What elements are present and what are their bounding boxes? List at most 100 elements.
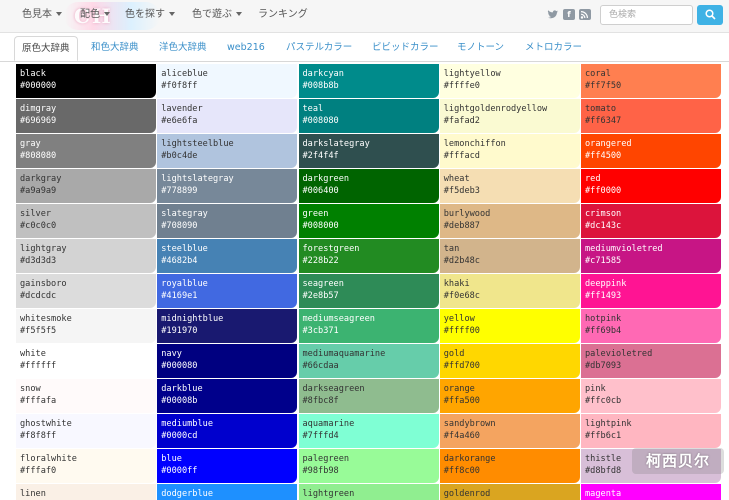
color-swatch[interactable]: slategray #708090 (157, 204, 298, 238)
color-swatch[interactable]: palegreen #98fb98 (298, 449, 439, 483)
color-swatch[interactable]: lightslategray #778899 (157, 169, 298, 203)
color-swatch[interactable]: darkgray #a9a9a9 (16, 169, 156, 203)
color-swatch[interactable]: aliceblue #f0f8ff (157, 64, 298, 98)
color-hex: #4169e1 (161, 291, 198, 301)
color-swatch[interactable]: coral #ff7f50 (581, 64, 721, 98)
color-swatch[interactable]: mediumseagreen #3cb371 (298, 309, 439, 343)
color-swatch[interactable]: darkseagreen #8fbc8f (298, 379, 439, 413)
color-swatch[interactable]: gray #808080 (16, 134, 156, 168)
color-swatch[interactable]: goldenrod#daa520 (439, 484, 580, 500)
tab-japanese-colors[interactable]: 和色大辞典 (84, 36, 146, 61)
color-swatch[interactable]: lavender #e6e6fa (157, 99, 298, 133)
color-hex: #7fffd4 (302, 431, 339, 441)
color-swatch[interactable]: lightgray #d3d3d3 (16, 239, 156, 273)
color-swatch[interactable]: silver #c0c0c0 (16, 204, 156, 238)
color-swatch[interactable]: floralwhite #fffaf0 (16, 449, 156, 483)
color-swatch[interactable]: darkblue #00008b (157, 379, 298, 413)
color-swatch[interactable]: whitesmoke #f5f5f5 (16, 309, 156, 343)
rss-icon[interactable] (579, 9, 591, 20)
color-swatch[interactable]: aquamarine #7fffd4 (298, 414, 439, 448)
search-button[interactable] (697, 5, 723, 25)
color-swatch[interactable]: tomato #ff6347 (581, 99, 721, 133)
color-swatch[interactable]: lemonchiffon #fffacd (439, 134, 580, 168)
color-swatch[interactable]: green #008000 (298, 204, 439, 238)
color-swatch[interactable]: white #ffffff (16, 344, 156, 378)
color-swatch[interactable]: sandybrown #f4a460 (439, 414, 580, 448)
color-swatch[interactable]: seagreen #2e8b57 (298, 274, 439, 308)
color-swatch[interactable]: midnightblue #191970 (157, 309, 298, 343)
color-name: green (302, 209, 329, 219)
color-swatch[interactable]: mediumaquamarine #66cdaa (298, 344, 439, 378)
color-swatch[interactable]: yellow #ffff00 (439, 309, 580, 343)
tab-metro-colors[interactable]: メトロカラー (518, 36, 589, 61)
color-name: ghostwhite (20, 419, 72, 429)
color-hex: #a9a9a9 (20, 186, 57, 196)
color-swatch[interactable]: wheat #f5deb3 (439, 169, 580, 203)
color-swatch[interactable]: linen#faf0e6 (16, 484, 156, 500)
color-swatch[interactable]: lightgoldenrodyellow #fafad2 (439, 99, 580, 133)
nav-menu-play-with-colors[interactable]: 色で遊ぶ (192, 0, 242, 32)
color-name: crimson (585, 209, 622, 219)
nav-label: 色を探す (125, 9, 165, 20)
color-swatch[interactable]: red #ff0000 (581, 169, 721, 203)
color-name: slategray (161, 209, 208, 219)
tab-monotone[interactable]: モノトーン (450, 36, 511, 61)
color-swatch[interactable]: lightgreen#90ee90 (298, 484, 439, 500)
facebook-icon[interactable]: f (563, 9, 575, 20)
color-hex: #008000 (302, 221, 339, 231)
color-swatch[interactable]: burlywood #deb887 (439, 204, 580, 238)
color-swatch[interactable]: steelblue #4682b4 (157, 239, 298, 273)
color-swatch[interactable]: darkcyan #008b8b (298, 64, 439, 98)
color-swatch[interactable]: gold #ffd700 (439, 344, 580, 378)
color-name: teal (302, 104, 324, 114)
color-swatch[interactable]: deeppink #ff1493 (581, 274, 721, 308)
tab-pastel-colors[interactable]: パステルカラー (279, 36, 359, 61)
color-swatch[interactable]: navy #000080 (157, 344, 298, 378)
color-hex: #deb887 (443, 221, 480, 231)
color-swatch[interactable]: snow #fffafa (16, 379, 156, 413)
color-name: black (20, 69, 46, 79)
color-swatch[interactable]: lightpink #ffb6c1 (581, 414, 721, 448)
color-swatch[interactable]: black #000000 (16, 64, 156, 98)
color-hex: #98fb98 (302, 466, 339, 476)
tab-primary-colors[interactable]: 原色大辞典 (14, 36, 78, 61)
tab-web216[interactable]: web216 (220, 36, 272, 61)
color-swatch[interactable]: orangered #ff4500 (581, 134, 721, 168)
color-swatch[interactable]: tan #d2b48c (439, 239, 580, 273)
color-swatch[interactable]: lightyellow #ffffe0 (439, 64, 580, 98)
color-swatch[interactable]: royalblue #4169e1 (157, 274, 298, 308)
color-swatch[interactable]: forestgreen #228b22 (298, 239, 439, 273)
color-swatch[interactable]: palevioletred #db7093 (581, 344, 721, 378)
color-name: deeppink (585, 279, 627, 289)
twitter-icon[interactable] (547, 9, 559, 20)
color-swatch[interactable]: mediumvioletred #c71585 (581, 239, 721, 273)
color-swatch[interactable]: hotpink #ff69b4 (581, 309, 721, 343)
color-swatch[interactable]: lightsteelblue #b0c4de (157, 134, 298, 168)
color-swatch[interactable]: darkslategray #2f4f4f (298, 134, 439, 168)
color-swatch[interactable]: mediumblue #0000cd (157, 414, 298, 448)
color-swatch[interactable]: orange #ffa500 (439, 379, 580, 413)
color-name: gold (443, 349, 465, 359)
color-swatch[interactable]: magenta#ff00ff (581, 484, 721, 500)
nav-menu-color-schemes[interactable]: 配色 (80, 0, 110, 32)
color-swatch[interactable]: dimgray #696969 (16, 99, 156, 133)
color-hex: #c0c0c0 (20, 221, 57, 231)
color-swatch[interactable]: gainsboro #dcdcdc (16, 274, 156, 308)
color-swatch[interactable]: ghostwhite #f8f8ff (16, 414, 156, 448)
tab-vivid-colors[interactable]: ビビッドカラー (365, 36, 446, 61)
color-swatch[interactable]: darkgreen #006400 (298, 169, 439, 203)
color-name: darkcyan (302, 69, 344, 79)
color-swatch[interactable]: pink #ffc0cb (581, 379, 721, 413)
color-swatch[interactable]: crimson #dc143c (581, 204, 721, 238)
color-swatch[interactable]: dodgerblue#1e90ff (157, 484, 298, 500)
color-search-input[interactable] (600, 5, 693, 25)
nav-menu-find-colors[interactable]: 色を探す (125, 0, 175, 32)
color-name: palevioletred (585, 349, 653, 359)
nav-menu-color-samples[interactable]: 色見本 (22, 0, 62, 32)
tab-western-colors[interactable]: 洋色大辞典 (152, 36, 214, 61)
color-swatch[interactable]: khaki #f0e68c (439, 274, 580, 308)
color-swatch[interactable]: blue #0000ff (157, 449, 298, 483)
nav-menu-ranking[interactable]: ランキング (258, 0, 308, 32)
color-swatch[interactable]: teal #008080 (298, 99, 439, 133)
color-swatch[interactable]: darkorange #ff8c00 (439, 449, 580, 483)
